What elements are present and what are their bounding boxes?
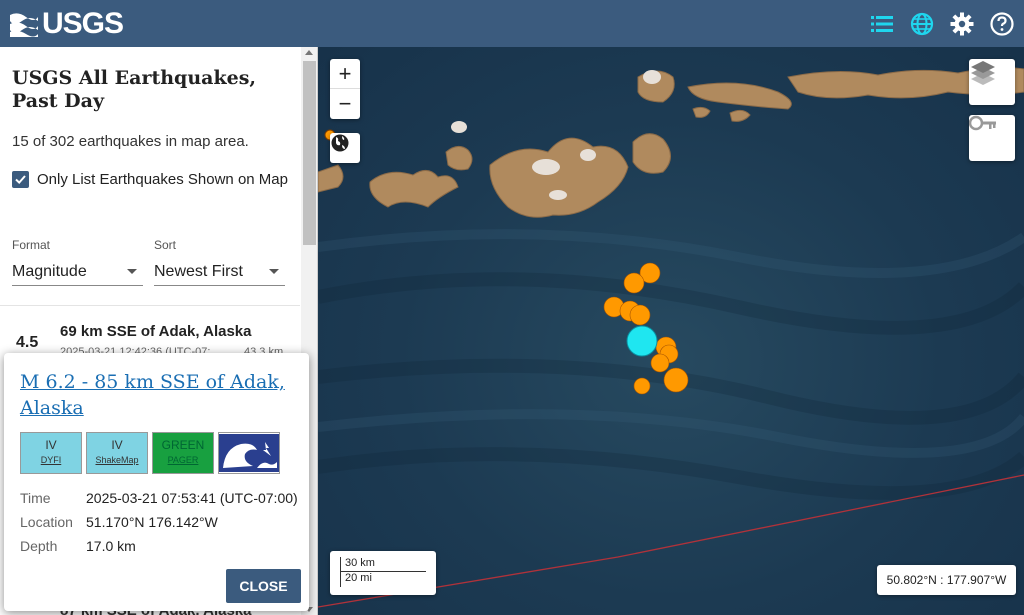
sort-select[interactable]: Newest First	[154, 258, 285, 286]
detail-value: 17.0 km	[86, 538, 136, 554]
sort-value: Newest First	[154, 262, 243, 280]
format-label: Format	[12, 238, 51, 252]
detail-label: Time	[20, 490, 51, 506]
event-details: Time 2025-03-21 07:53:41 (UTC-07:00) Loc…	[20, 486, 298, 558]
quake-marker[interactable]	[623, 272, 645, 294]
detail-value: 51.170°N 176.142°W	[86, 514, 218, 530]
list-item-magnitude: 4.5	[16, 334, 39, 351]
chevron-down-icon	[269, 269, 279, 274]
quake-marker[interactable]	[629, 304, 651, 326]
dyfi-badge[interactable]: IV DYFI	[20, 432, 82, 474]
globe-icon[interactable]	[910, 12, 934, 36]
logo-text: USGS	[42, 6, 124, 40]
earthquake-layer	[603, 262, 689, 395]
zoom-in-button[interactable]: +	[330, 59, 360, 89]
layers-button[interactable]	[969, 59, 1015, 105]
scroll-up-icon[interactable]	[305, 50, 313, 55]
map-view[interactable]: + − 30 km 20 mi 50.802°N: 177.907°W	[318, 47, 1024, 615]
only-list-checkbox[interactable]	[12, 171, 29, 188]
chevron-down-icon	[127, 269, 137, 274]
scale-mi: 20 mi	[340, 572, 417, 587]
layers-icon	[971, 61, 995, 85]
only-list-option[interactable]: Only List Earthquakes Shown on Map	[12, 168, 292, 192]
tsunami-badge[interactable]	[218, 432, 280, 474]
tsunami-wave-icon	[219, 434, 279, 472]
usgs-wave-icon	[10, 12, 38, 37]
detail-label: Depth	[20, 538, 58, 554]
list-item-place: 69 km SSE of Adak, Alaska	[60, 323, 252, 340]
usgs-logo[interactable]: USGS	[8, 6, 124, 41]
quake-marker[interactable]	[663, 367, 689, 393]
scroll-thumb[interactable]	[303, 61, 316, 245]
header-icons	[870, 11, 1014, 36]
selected-quake-marker[interactable]	[626, 325, 658, 357]
list-title: USGS All Earthquakes, Past Day	[12, 67, 257, 112]
shakemap-label: ShakeMap	[95, 455, 139, 465]
detail-row-depth: Depth 17.0 km	[20, 534, 298, 558]
sort-label: Sort	[154, 238, 177, 252]
globe-icon	[331, 134, 349, 152]
format-select-group: Format Magnitude	[12, 238, 143, 286]
dyfi-value: IV	[45, 438, 57, 452]
map-scale: 30 km 20 mi	[330, 551, 436, 595]
detail-row-time: Time 2025-03-21 07:53:41 (UTC-07:00)	[20, 486, 298, 510]
cursor-coordinates: 50.802°N : 177.907°W	[877, 565, 1016, 595]
quake-marker[interactable]	[650, 353, 670, 373]
format-select[interactable]: Magnitude	[12, 258, 143, 286]
shakemap-badge[interactable]: IV ShakeMap	[86, 432, 148, 474]
world-view-button[interactable]	[330, 133, 360, 163]
impact-badges: IV DYFI IV ShakeMap GREEN PAGER	[20, 432, 280, 474]
zoom-control: + −	[330, 59, 360, 119]
header-bar: USGS	[0, 0, 1024, 47]
app-root: USGS USGS All Earthquakes, Past Day 15 o…	[0, 0, 1024, 615]
pager-label: PAGER	[167, 455, 199, 465]
close-button[interactable]: CLOSE	[226, 569, 301, 603]
help-icon[interactable]	[990, 11, 1014, 36]
dyfi-label: DYFI	[40, 455, 62, 465]
zoom-out-button[interactable]: −	[330, 89, 360, 119]
legend-button[interactable]	[969, 115, 1015, 161]
earthquake-popup: M 6.2 - 85 km SSE of Adak, Alaska IV DYF…	[4, 353, 309, 611]
gear-icon[interactable]	[950, 12, 974, 36]
list-icon[interactable]	[870, 12, 894, 36]
key-icon	[969, 115, 996, 131]
only-list-label: Only List Earthquakes Shown on Map	[37, 171, 288, 188]
scale-km: 30 km	[340, 557, 426, 572]
detail-value: 2025-03-21 07:53:41 (UTC-07:00)	[86, 490, 298, 506]
event-title-link[interactable]: M 6.2 - 85 km SSE of Adak, Alaska	[20, 369, 300, 421]
format-value: Magnitude	[12, 262, 87, 280]
sort-select-group: Sort Newest First	[154, 238, 285, 286]
pager-value: GREEN	[161, 438, 205, 452]
detail-label: Location	[20, 514, 73, 530]
detail-row-location: Location 51.170°N 176.142°W	[20, 510, 298, 534]
shakemap-value: IV	[111, 438, 123, 452]
earthquake-count: 15 of 302 earthquakes in map area.	[12, 133, 249, 150]
pager-badge[interactable]: GREEN PAGER	[152, 432, 214, 474]
quake-marker[interactable]	[633, 377, 651, 395]
